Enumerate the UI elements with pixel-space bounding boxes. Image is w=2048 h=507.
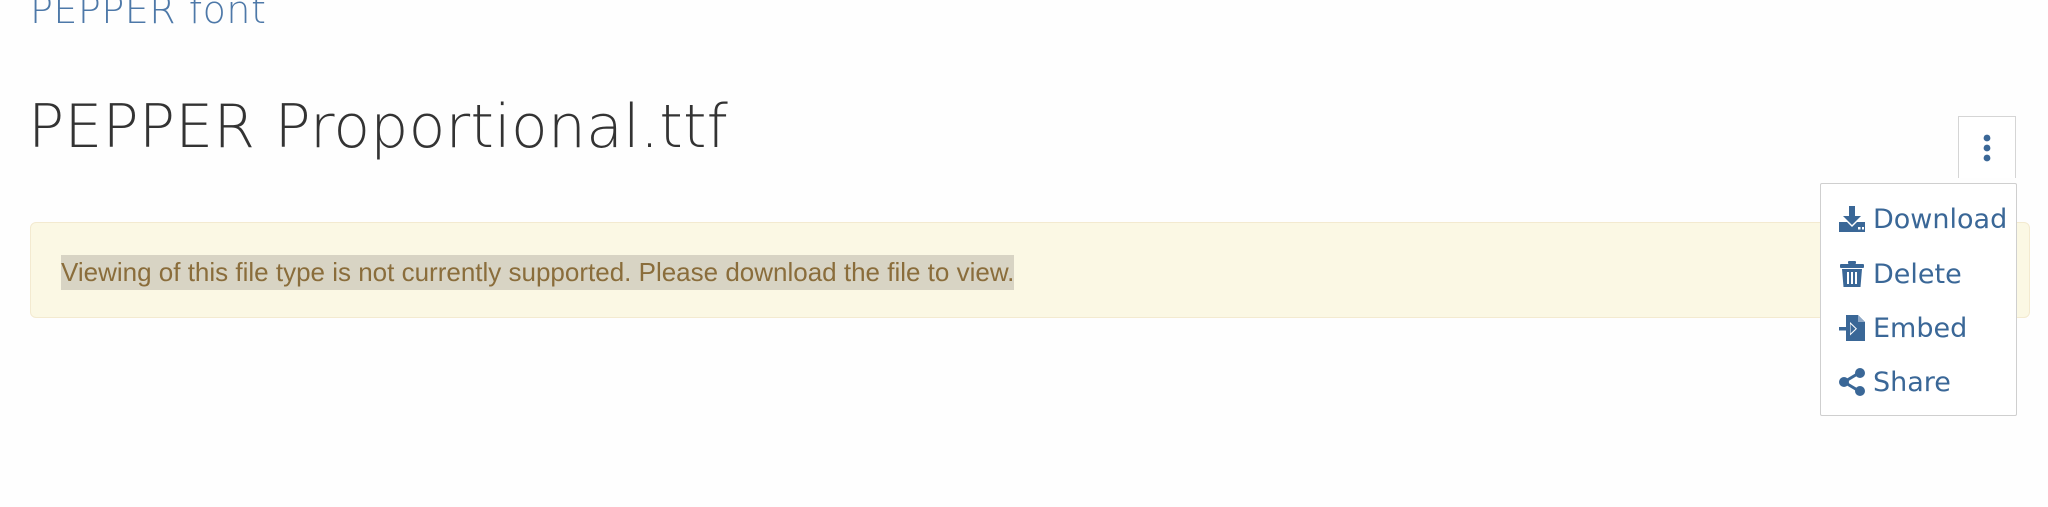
menu-item-label: Delete <box>1873 258 1962 290</box>
vertical-ellipsis-icon <box>1983 134 1991 161</box>
unsupported-file-alert: Viewing of this file type is not current… <box>30 222 2030 318</box>
menu-item-share[interactable]: Share <box>1837 362 1951 402</box>
menu-item-label: Share <box>1873 366 1951 398</box>
download-icon <box>1837 204 1867 234</box>
menu-item-embed[interactable]: Embed <box>1837 308 1967 348</box>
breadcrumb-parent-link[interactable]: PEPPER font <box>30 0 266 32</box>
menu-item-label: Download <box>1873 203 2008 235</box>
trash-icon <box>1837 259 1867 289</box>
page-title: PEPPER Proportional.ttf <box>28 92 728 162</box>
embed-icon <box>1837 313 1867 343</box>
menu-item-download[interactable]: Download <box>1837 199 2007 239</box>
menu-item-label: Embed <box>1873 312 1968 344</box>
share-icon <box>1837 367 1867 397</box>
actions-menu-button[interactable] <box>1958 116 2016 178</box>
alert-message: Viewing of this file type is not current… <box>61 255 1015 290</box>
actions-dropdown-menu: Download Delete Embed Share <box>1820 183 2017 416</box>
menu-item-delete[interactable]: Delete <box>1837 254 1962 294</box>
file-view-page: PEPPER font PEPPER Proportional.ttf View… <box>0 0 2048 507</box>
